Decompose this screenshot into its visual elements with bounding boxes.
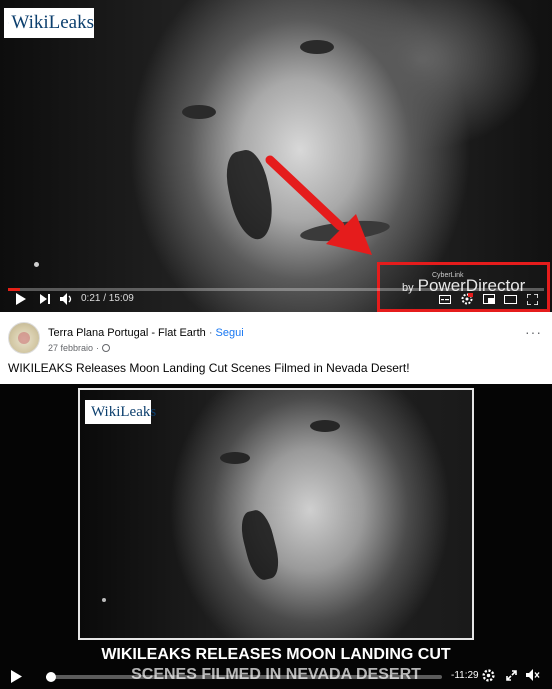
time-display: 0:21 / 15:09 (81, 293, 134, 304)
miniplayer-icon[interactable] (482, 292, 496, 306)
settings-icon[interactable] (460, 292, 474, 306)
fb-progress-handle[interactable] (46, 672, 56, 682)
volume-icon[interactable] (59, 292, 75, 306)
mute-icon[interactable] (525, 668, 541, 682)
top-progress-fill (8, 288, 21, 291)
post-text: WIKILEAKS Releases Moon Landing Cut Scen… (8, 361, 410, 375)
caption-line-1: WIKILEAKS RELEASES MOON LANDING CUT (101, 646, 451, 663)
play-icon[interactable] (10, 670, 22, 688)
remaining-time: -11:29 (451, 670, 479, 681)
avatar[interactable] (8, 322, 40, 354)
page-name-link[interactable]: Terra Plana Portugal - Flat Earth (48, 327, 206, 339)
globe-icon (102, 344, 111, 352)
subtitles-icon[interactable] (438, 292, 452, 306)
fullscreen-icon[interactable] (503, 668, 519, 682)
fullscreen-icon[interactable] (525, 292, 539, 306)
eye-right (310, 420, 340, 432)
wikileaks-logo: WikiLeaks (85, 400, 156, 424)
follow-button[interactable]: Segui (216, 327, 244, 339)
fb-video-player[interactable]: WikiLeaks WIKILEAKS RELEASES MOON LANDIN… (0, 384, 552, 689)
top-progress-bar[interactable] (8, 288, 544, 291)
fb-video-frame: WikiLeaks (78, 388, 474, 640)
fb-progress-bar[interactable] (46, 675, 442, 679)
face-shadow (236, 507, 284, 583)
more-options-button[interactable]: ··· (525, 324, 542, 340)
speck (102, 598, 106, 602)
post-header: Terra Plana Portugal - Flat Earth · Segu… (0, 312, 552, 384)
next-icon[interactable] (38, 292, 52, 306)
date-link[interactable]: 27 febbraio (48, 343, 93, 353)
separator: · (208, 327, 213, 339)
post-date: 27 febbraio · (48, 343, 111, 353)
play-icon[interactable] (14, 292, 28, 306)
theater-icon[interactable] (503, 292, 517, 306)
top-video-player[interactable]: WikiLeaks CyberLink by PowerDirector 0:21… (0, 0, 552, 312)
page-name-line: Terra Plana Portugal - Flat Earth · Segu… (48, 327, 244, 339)
settings-icon[interactable] (480, 668, 496, 682)
eye-left (220, 452, 250, 464)
date-separator: · (96, 343, 100, 353)
wikileaks-logo-text: WikiLeaks (91, 403, 157, 420)
